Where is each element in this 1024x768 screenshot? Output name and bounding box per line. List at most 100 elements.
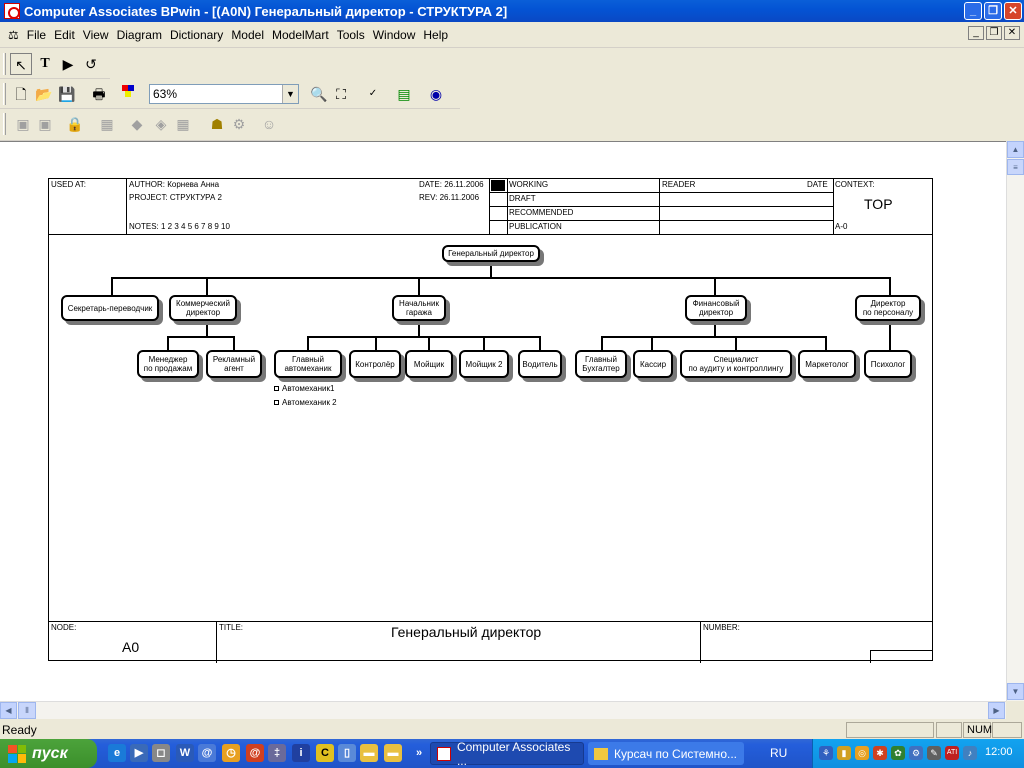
mm-users-icon[interactable]: ☗ xyxy=(206,113,228,135)
zoom-fit-icon[interactable]: ⛶ xyxy=(330,83,352,105)
print-icon[interactable]: 🖶 xyxy=(88,83,110,105)
model-explorer-icon[interactable]: ▤ xyxy=(393,83,415,105)
tray-icon[interactable]: ✎ xyxy=(927,746,941,760)
save-icon[interactable]: 💾 xyxy=(56,83,78,105)
menu-modelmart[interactable]: ModelMart xyxy=(268,28,333,42)
ie-icon[interactable]: e xyxy=(108,744,126,762)
box-general-director[interactable]: Генеральный директор xyxy=(442,245,540,262)
title-value[interactable]: Генеральный директор xyxy=(391,624,541,640)
menu-window[interactable]: Window xyxy=(369,28,420,42)
open-folder-icon[interactable]: 📂 xyxy=(33,83,55,105)
browser-icon[interactable]: @ xyxy=(198,744,216,762)
mail-icon[interactable]: @ xyxy=(246,744,264,762)
info-icon[interactable]: i xyxy=(292,744,310,762)
toolbar-grip[interactable] xyxy=(3,113,6,135)
box-garage-chief[interactable]: Начальник гаража xyxy=(392,295,446,321)
scroll-up-icon[interactable]: ▲ xyxy=(1007,141,1024,158)
tray-icon[interactable]: ◎ xyxy=(855,746,869,760)
diagram-workspace[interactable]: USED AT: AUTHOR: Корнева Анна PROJECT: С… xyxy=(0,141,1006,701)
toolbar-grip[interactable] xyxy=(3,83,6,105)
color-palette-icon[interactable] xyxy=(118,83,140,105)
modelmart-icon[interactable]: ◉ xyxy=(425,83,447,105)
new-file-icon[interactable]: 🗋 xyxy=(10,83,32,105)
box-auditor[interactable]: Специалист по аудиту и контроллингу xyxy=(680,350,792,378)
bpwin-app-icon[interactable] xyxy=(4,3,20,19)
volume-icon[interactable]: ♪ xyxy=(963,746,977,760)
start-button[interactable]: пуск xyxy=(0,739,97,768)
mdi-minimize-button[interactable]: _ xyxy=(968,26,984,40)
box-secretary[interactable]: Секретарь-переводчик xyxy=(61,295,159,321)
menu-diagram[interactable]: Diagram xyxy=(113,28,166,42)
sub-item[interactable]: Автомеханик 2 xyxy=(274,398,337,407)
scroll-right-icon[interactable]: ▶ xyxy=(988,702,1005,719)
box-washer[interactable]: Мойщик xyxy=(405,350,453,378)
box-driver[interactable]: Водитель xyxy=(518,350,562,378)
box-washer-2[interactable]: Мойщик 2 xyxy=(459,350,509,378)
minimize-button[interactable]: _ xyxy=(964,2,982,20)
mm-compare-icon[interactable]: ◈ xyxy=(150,113,172,135)
quicklaunch-more-icon[interactable]: » xyxy=(410,744,428,762)
mm-merge-icon[interactable]: ◆ xyxy=(126,113,148,135)
scroll-thumb[interactable]: ≡ xyxy=(1007,159,1024,175)
app-icon[interactable]: ◻ xyxy=(152,744,170,762)
zoom-icon[interactable]: 🔍 xyxy=(308,83,330,105)
scroll-down-icon[interactable]: ▼ xyxy=(1007,683,1024,700)
go-to-child-icon[interactable]: ▶ xyxy=(57,53,79,75)
scroll-left-icon[interactable]: ◀ xyxy=(0,702,17,719)
toolbar-grip[interactable] xyxy=(3,53,6,75)
tray-network-icon[interactable]: ⚘ xyxy=(819,746,833,760)
menu-model[interactable]: Model xyxy=(227,28,268,42)
task-folder[interactable]: Курсач по Системно... xyxy=(588,742,744,765)
tray-icon[interactable]: ✱ xyxy=(873,746,887,760)
menu-view[interactable]: View xyxy=(79,28,113,42)
mdi-restore-button[interactable]: ❐ xyxy=(986,26,1002,40)
zoom-select[interactable]: 63% ▼ xyxy=(149,84,299,104)
word-icon[interactable]: W xyxy=(176,744,194,762)
pointer-tool-icon[interactable]: ↖ xyxy=(10,53,32,75)
menu-file[interactable]: File xyxy=(23,28,50,42)
menu-edit[interactable]: Edit xyxy=(50,28,79,42)
hscroll-thumb[interactable]: ⦀ xyxy=(18,702,36,719)
box-chief-accountant[interactable]: Главный Бухгалтер xyxy=(575,350,627,378)
mm-security-icon[interactable]: ⚙ xyxy=(228,113,250,135)
ati-icon[interactable]: ATI xyxy=(945,746,959,760)
sub-item[interactable]: Автомеханик1 xyxy=(274,384,334,393)
horizontal-scrollbar[interactable]: ◀ ⦀ ▶ xyxy=(0,701,1006,719)
folder-icon[interactable]: ▬ xyxy=(384,744,402,762)
mm-people-icon[interactable]: ☺ xyxy=(258,113,280,135)
box-hr-director[interactable]: Директор по персоналу xyxy=(855,295,921,321)
menu-tools[interactable]: Tools xyxy=(333,28,369,42)
box-financial-director[interactable]: Финансовый директор xyxy=(685,295,747,321)
tool-icon[interactable]: ‡ xyxy=(268,744,286,762)
text-tool-icon[interactable]: T xyxy=(34,53,56,75)
mm-library-icon[interactable]: ▦ xyxy=(96,113,118,135)
lock-icon[interactable]: 🔒 xyxy=(64,113,86,135)
spell-check-icon[interactable]: ✓ xyxy=(362,83,384,105)
language-indicator[interactable]: RU xyxy=(770,746,787,760)
tray-battery-icon[interactable]: ▮ xyxy=(837,746,851,760)
tray-icon[interactable]: ✿ xyxy=(891,746,905,760)
app-c-icon[interactable]: C xyxy=(316,744,334,762)
box-commercial-director[interactable]: Коммерческий директор xyxy=(169,295,237,321)
close-button[interactable]: ✕ xyxy=(1004,2,1022,20)
tray-icon[interactable]: ⚙ xyxy=(909,746,923,760)
box-sales-manager[interactable]: Менеджер по продажам xyxy=(137,350,199,378)
menu-help[interactable]: Help xyxy=(419,28,452,42)
folder-icon[interactable]: ▬ xyxy=(360,744,378,762)
mdi-doc-icon[interactable]: ⚖ xyxy=(8,28,19,42)
maximize-button[interactable]: ❐ xyxy=(984,2,1002,20)
box-chief-mechanic[interactable]: Главный автомеханик xyxy=(274,350,342,378)
box-cashier[interactable]: Кассир xyxy=(633,350,673,378)
mm-grid-icon[interactable]: ▦ xyxy=(172,113,194,135)
mdi-close-button[interactable]: ✕ xyxy=(1004,26,1020,40)
go-to-parent-icon[interactable]: ↺ xyxy=(80,53,102,75)
chevron-down-icon[interactable]: ▼ xyxy=(282,85,298,103)
box-ad-agent[interactable]: Рекламный агент xyxy=(206,350,262,378)
box-psychologist[interactable]: Психолог xyxy=(864,350,912,378)
vertical-scrollbar[interactable]: ▲ ≡ ▼ xyxy=(1006,141,1024,701)
clock-app-icon[interactable]: ◷ xyxy=(222,744,240,762)
mm-disconnect-icon[interactable]: ▣ xyxy=(34,113,56,135)
task-bpwin[interactable]: Computer Associates ... xyxy=(430,740,584,768)
box-marketer[interactable]: Маркетолог xyxy=(798,350,856,378)
mm-connect-icon[interactable]: ▣ xyxy=(12,113,34,135)
